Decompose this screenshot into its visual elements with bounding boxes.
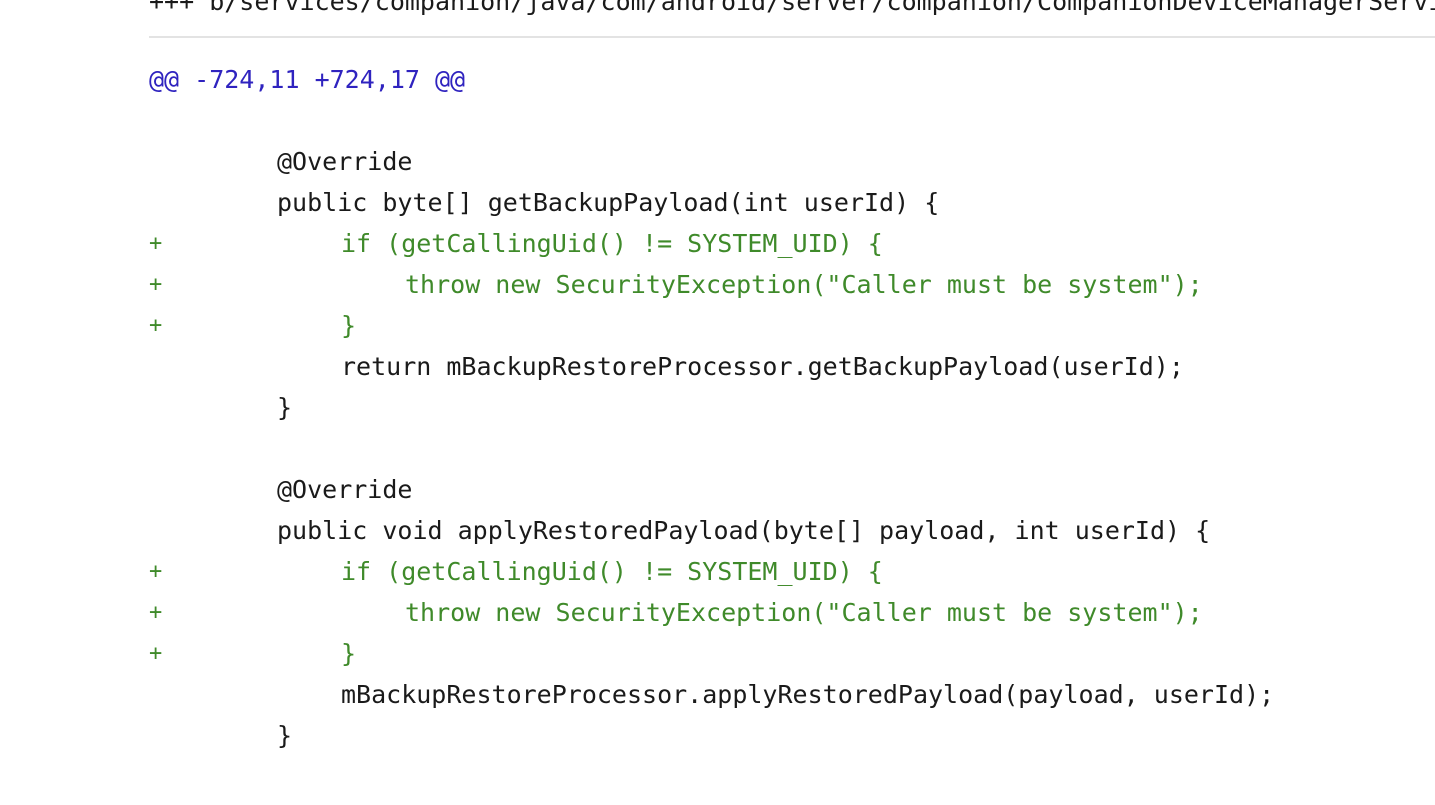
diff-line-marker: + xyxy=(149,559,163,584)
diff-line-code: if (getCallingUid() != SYSTEM_UID) { xyxy=(341,557,883,586)
header-divider xyxy=(149,36,1435,38)
diff-line-code: public byte[] getBackupPayload(int userI… xyxy=(277,188,940,217)
diff-viewer: +++ b/services/companion/java/com/androi… xyxy=(0,0,1435,805)
diff-context-line: @Override xyxy=(149,469,1435,510)
diff-line-code: @Override xyxy=(277,147,413,176)
diff-line-code: return mBackupRestoreProcessor.getBackup… xyxy=(341,352,1184,381)
diff-context-line xyxy=(149,428,1435,469)
diff-context-line: } xyxy=(149,387,1435,428)
diff-added-line: + throw new SecurityException("Caller mus… xyxy=(149,264,1435,305)
diff-added-line: + if (getCallingUid() != SYSTEM_UID) { xyxy=(149,551,1435,592)
diff-added-line: +} xyxy=(149,633,1435,674)
diff-line-code: throw new SecurityException("Caller must… xyxy=(405,598,1203,627)
diff-line-code: @Override xyxy=(277,475,413,504)
diff-line-code: } xyxy=(341,311,357,340)
diff-line-code: if (getCallingUid() != SYSTEM_UID) { xyxy=(341,229,883,258)
hunk-header: @@ -724,11 +724,17 @@ xyxy=(149,65,466,94)
diff-added-line: + throw new SecurityException("Caller mus… xyxy=(149,592,1435,633)
diff-line-code: } xyxy=(277,393,293,422)
diff-line-code: public void applyRestoredPayload(byte[] … xyxy=(277,516,1211,545)
diff-line-code: } xyxy=(341,639,357,668)
diff-context-line xyxy=(149,100,1435,141)
diff-context-line: return mBackupRestoreProcessor.getBackup… xyxy=(149,346,1435,387)
diff-added-line: +} xyxy=(149,305,1435,346)
diff-line-marker: + xyxy=(149,231,163,256)
diff-line-marker: + xyxy=(149,600,163,625)
diff-context-line: } xyxy=(149,715,1435,756)
code-lines: @Override public byte[] getBackupPayload(… xyxy=(149,100,1435,756)
diff-file-header: +++ b/services/companion/java/com/androi… xyxy=(149,0,1435,16)
diff-line-marker: + xyxy=(149,641,163,666)
diff-line-code: } xyxy=(277,721,293,750)
diff-context-line: public void applyRestoredPayload(byte[] … xyxy=(149,510,1435,551)
diff-context-line: @Override xyxy=(149,141,1435,182)
diff-added-line: + if (getCallingUid() != SYSTEM_UID) { xyxy=(149,223,1435,264)
diff-context-line: public byte[] getBackupPayload(int userI… xyxy=(149,182,1435,223)
diff-line-marker: + xyxy=(149,313,163,338)
diff-line-marker: + xyxy=(149,272,163,297)
diff-context-line: mBackupRestoreProcessor.applyRestoredPay… xyxy=(149,674,1435,715)
diff-line-code: mBackupRestoreProcessor.applyRestoredPay… xyxy=(341,680,1275,709)
diff-line-code: throw new SecurityException("Caller must… xyxy=(405,270,1203,299)
